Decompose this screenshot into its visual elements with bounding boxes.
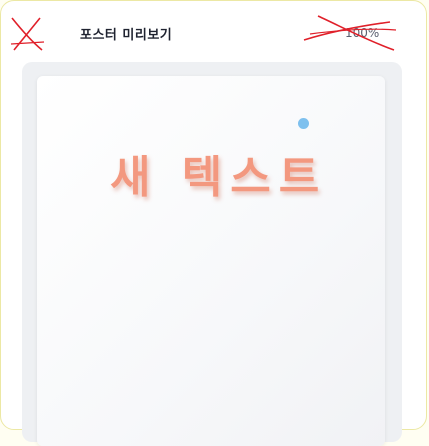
preview-header: 포스터 미리보기 100% <box>0 0 429 62</box>
text-selection-handle[interactable] <box>298 118 309 129</box>
poster-canvas[interactable] <box>37 76 385 446</box>
zoom-level[interactable]: 100% <box>345 26 379 40</box>
preview-title: 포스터 미리보기 <box>80 28 173 43</box>
poster-text-element[interactable]: 새 텍스트 <box>110 141 327 205</box>
